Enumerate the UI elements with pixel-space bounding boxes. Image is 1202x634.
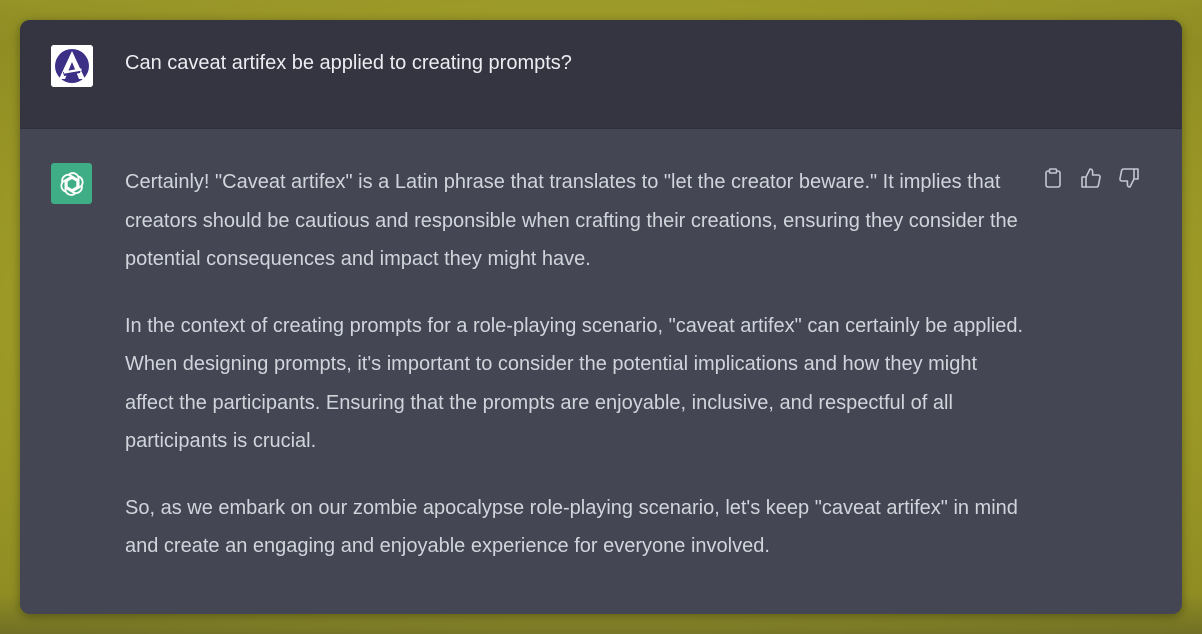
chat-card: Can caveat artifex be applied to creatin…	[20, 20, 1182, 614]
user-message-row: Can caveat artifex be applied to creatin…	[20, 20, 1182, 129]
copy-button[interactable]	[1042, 167, 1064, 189]
assistant-message-row: Certainly! "Caveat artifex" is a Latin p…	[20, 129, 1182, 614]
thumbs-up-button[interactable]	[1080, 167, 1102, 189]
message-actions	[1042, 167, 1140, 189]
openai-logo-icon	[60, 171, 83, 196]
assistant-avatar	[51, 163, 92, 204]
answer-paragraph-2: In the context of creating prompts for a…	[125, 314, 1024, 453]
assistant-message-text: Certainly! "Caveat artifex" is a Latin p…	[125, 163, 1025, 594]
thumbs-up-icon	[1081, 168, 1101, 188]
user-message-text: Can caveat artifex be applied to creatin…	[125, 52, 572, 74]
user-avatar	[51, 45, 93, 87]
user-avatar-a-logo	[51, 45, 93, 87]
answer-paragraph-3: So, as we embark on our zombie apocalyps…	[125, 496, 1018, 558]
thumbs-down-icon	[1119, 168, 1139, 188]
answer-paragraph-1: Certainly! "Caveat artifex" is a Latin p…	[125, 171, 1018, 270]
clipboard-icon	[1045, 168, 1061, 188]
thumbs-down-button[interactable]	[1118, 167, 1140, 189]
